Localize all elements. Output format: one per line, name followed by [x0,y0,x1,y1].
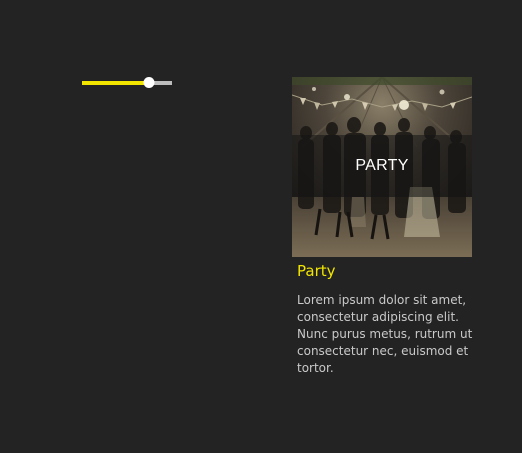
range-slider[interactable] [82,77,172,89]
slider-thumb[interactable] [143,77,155,88]
card-title[interactable]: Party [297,262,472,280]
party-card[interactable]: PARTY Party Lorem ipsum dolor sit amet, … [292,77,472,377]
image-banner: PARTY [292,135,472,197]
slider-fill [82,81,149,85]
card-image[interactable]: PARTY [292,77,472,257]
card-description: Lorem ipsum dolor sit amet, consectetur … [297,293,473,375]
banner-label: PARTY [355,157,409,174]
